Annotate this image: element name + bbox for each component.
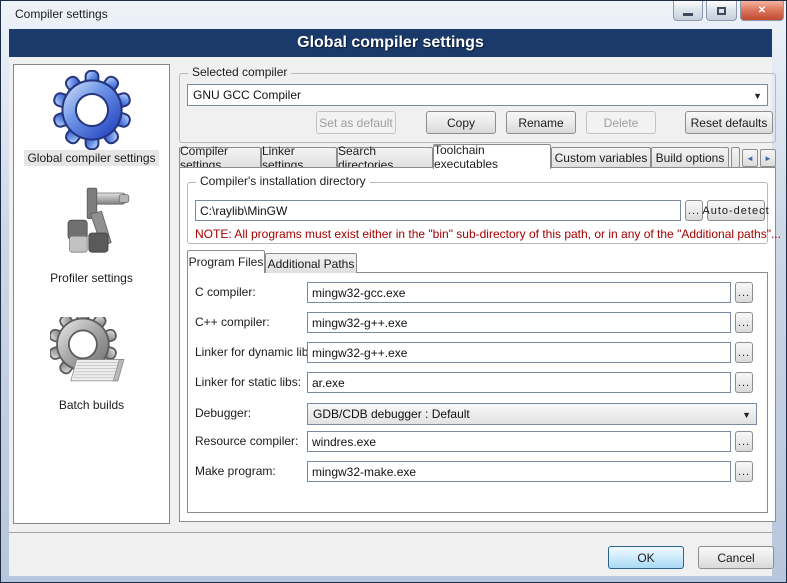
static-linker-browse-button[interactable]: ...: [735, 372, 753, 393]
make-program-input[interactable]: [307, 461, 731, 482]
bin-subdirectory-note: NOTE: All programs must exist either in …: [195, 227, 781, 241]
c-compiler-input[interactable]: [307, 282, 731, 303]
tab-search-directories[interactable]: Search directories: [337, 147, 433, 168]
dynamic-linker-browse-button[interactable]: ...: [735, 342, 753, 363]
sidebar-item-global-compiler-settings[interactable]: [14, 70, 169, 150]
window-title: Compiler settings: [15, 7, 108, 21]
maximize-icon: [717, 7, 726, 15]
copy-button[interactable]: Copy: [426, 111, 496, 134]
sidebar-item-batch-builds[interactable]: [14, 317, 169, 393]
static-linker-label: Linker for static libs:: [195, 375, 301, 389]
tab-scroll-left-button[interactable]: ◄: [742, 149, 758, 167]
c-compiler-browse-button[interactable]: ...: [735, 282, 753, 303]
arrow-right-icon: ►: [764, 154, 772, 163]
sidebar-label-profiler-settings: Profiler settings: [47, 270, 136, 286]
debugger-combo[interactable]: GDB/CDB debugger : Default ▼: [307, 403, 757, 425]
chevron-down-icon: ▼: [742, 410, 751, 420]
close-button[interactable]: ✕: [740, 1, 784, 21]
gray-gear-stack-icon: [50, 317, 134, 393]
compiler-settings-window: Compiler settings ✕ Global compiler sett…: [0, 0, 787, 583]
install-dir-group-label: Compiler's installation directory: [196, 174, 370, 188]
resource-compiler-label: Resource compiler:: [195, 434, 298, 448]
ok-button[interactable]: OK: [608, 546, 684, 569]
static-linker-input[interactable]: [307, 372, 731, 393]
close-icon: ✕: [758, 5, 766, 16]
tab-toolchain-executables[interactable]: Toolchain executables: [433, 144, 551, 169]
minimize-button[interactable]: [673, 1, 703, 21]
reset-defaults-button[interactable]: Reset defaults: [685, 111, 773, 134]
arrow-left-icon: ◄: [746, 154, 754, 163]
sidebar-label-batch-builds: Batch builds: [56, 397, 127, 413]
selected-compiler-value: GNU GCC Compiler: [193, 88, 301, 102]
selected-compiler-combo[interactable]: GNU GCC Compiler ▼: [187, 84, 768, 106]
sidebar-item-batch-builds-label[interactable]: Batch builds: [14, 397, 169, 413]
set-as-default-button[interactable]: Set as default: [316, 111, 396, 134]
cpp-compiler-label: C++ compiler:: [195, 315, 270, 329]
resource-compiler-browse-button[interactable]: ...: [735, 431, 753, 452]
autodetect-button[interactable]: Auto-detect: [707, 200, 765, 221]
cpp-compiler-browse-button[interactable]: ...: [735, 312, 753, 333]
make-program-browse-button[interactable]: ...: [735, 461, 753, 482]
sidebar-item-profiler-settings-label[interactable]: Profiler settings: [14, 270, 169, 286]
subtab-program-files[interactable]: Program Files: [187, 250, 265, 273]
tab-build-options[interactable]: Build options: [651, 147, 729, 168]
cpp-compiler-input[interactable]: [307, 312, 731, 333]
minimize-icon: [683, 13, 693, 16]
install-dir-input[interactable]: [195, 200, 681, 221]
tab-partial[interactable]: [731, 147, 740, 168]
resource-compiler-input[interactable]: [307, 431, 731, 452]
debugger-label: Debugger:: [195, 406, 251, 420]
subtab-additional-paths[interactable]: Additional Paths: [265, 253, 357, 273]
blue-gear-icon: [50, 70, 134, 150]
cancel-button[interactable]: Cancel: [698, 546, 774, 569]
rename-button[interactable]: Rename: [506, 111, 576, 134]
caliper-icon: [50, 185, 134, 265]
dynamic-linker-input[interactable]: [307, 342, 731, 363]
selected-compiler-group-label: Selected compiler: [188, 65, 291, 79]
footer-separator: [9, 532, 772, 533]
debugger-value: GDB/CDB debugger : Default: [313, 407, 470, 421]
sidebar-item-global-compiler-settings-label[interactable]: Global compiler settings: [14, 150, 169, 166]
c-compiler-label: C compiler:: [195, 285, 256, 299]
sidebar-item-profiler-settings[interactable]: [14, 185, 169, 265]
tab-linker-settings[interactable]: Linker settings: [261, 147, 337, 168]
dynamic-linker-label: Linker for dynamic libs:: [195, 345, 318, 359]
tab-scroll-right-button[interactable]: ►: [760, 149, 776, 167]
page-title: Global compiler settings: [9, 29, 772, 57]
tab-compiler-settings[interactable]: Compiler settings: [179, 147, 261, 168]
sidebar-label-global-compiler-settings: Global compiler settings: [24, 150, 158, 166]
make-program-label: Make program:: [195, 464, 276, 478]
delete-button[interactable]: Delete: [586, 111, 656, 134]
tab-custom-variables[interactable]: Custom variables: [551, 147, 651, 168]
settings-category-list: Global compiler settings Profiler settin…: [13, 64, 170, 524]
chevron-down-icon: ▼: [753, 91, 762, 101]
install-dir-browse-button[interactable]: ...: [685, 200, 703, 221]
maximize-button[interactable]: [706, 1, 737, 21]
